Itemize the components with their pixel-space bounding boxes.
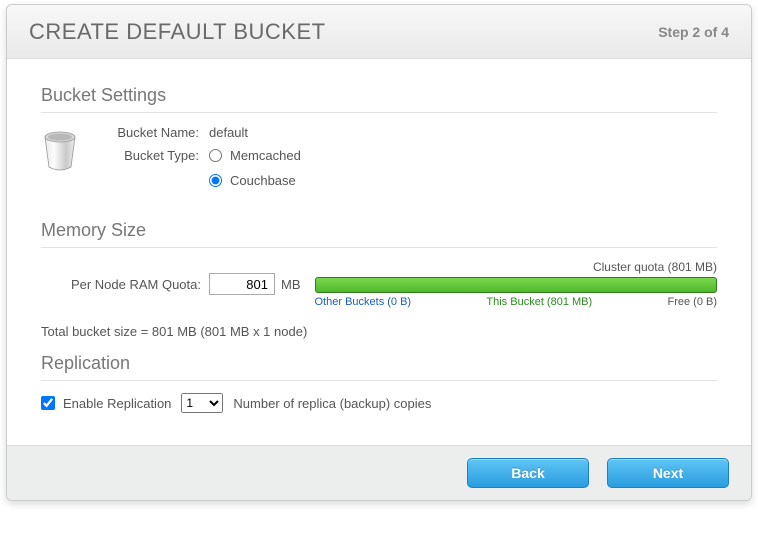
replication-row: Enable Replication 1 Number of replica (… bbox=[41, 393, 717, 413]
replica-count-select[interactable]: 1 bbox=[181, 393, 223, 413]
bucket-type-memcached-radio[interactable] bbox=[209, 149, 222, 162]
divider bbox=[41, 112, 717, 113]
step-indicator: Step 2 of 4 bbox=[658, 24, 729, 40]
enable-replication-label: Enable Replication bbox=[63, 396, 171, 411]
bucket-settings-title: Bucket Settings bbox=[41, 85, 717, 106]
memory-size-title: Memory Size bbox=[41, 220, 717, 241]
legend-other-buckets: Other Buckets (0 B) bbox=[315, 296, 412, 308]
enable-replication-checkbox[interactable] bbox=[41, 396, 55, 410]
dialog-title: CREATE DEFAULT BUCKET bbox=[29, 19, 326, 45]
replication-title: Replication bbox=[41, 353, 717, 374]
bucket-type-memcached-option[interactable]: Memcached bbox=[205, 148, 301, 163]
cluster-quota-label: Cluster quota (801 MB) bbox=[315, 260, 718, 274]
next-button[interactable]: Next bbox=[607, 458, 729, 488]
ram-unit-label: MB bbox=[281, 277, 301, 292]
quota-bar bbox=[315, 277, 718, 293]
quota-legend: Other Buckets (0 B) This Bucket (801 MB)… bbox=[315, 296, 718, 308]
per-node-ram-label: Per Node RAM Quota: bbox=[41, 277, 209, 292]
bucket-type-label: Bucket Type: bbox=[93, 148, 205, 163]
dialog-footer: Back Next bbox=[7, 445, 751, 500]
bucket-type-couchbase-radio[interactable] bbox=[209, 174, 222, 187]
bucket-name-value: default bbox=[205, 125, 248, 140]
bucket-name-label: Bucket Name: bbox=[93, 125, 205, 140]
legend-this-bucket: This Bucket (801 MB) bbox=[486, 296, 592, 308]
bucket-type-row: Bucket Type: Memcached Couchbase bbox=[93, 148, 717, 198]
create-bucket-dialog: CREATE DEFAULT BUCKET Step 2 of 4 Bucket… bbox=[6, 4, 752, 501]
total-bucket-size-label: Total bucket size = 801 MB (801 MB x 1 n… bbox=[41, 324, 717, 339]
divider bbox=[41, 247, 717, 248]
legend-free: Free (0 B) bbox=[667, 296, 717, 308]
replica-copies-label: Number of replica (backup) copies bbox=[233, 396, 431, 411]
back-button[interactable]: Back bbox=[467, 458, 589, 488]
bucket-settings-section: Bucket Name: default Bucket Type: Memcac… bbox=[41, 125, 717, 206]
bucket-type-couchbase-label: Couchbase bbox=[230, 173, 296, 188]
bucket-name-row: Bucket Name: default bbox=[93, 125, 717, 140]
memory-row: Per Node RAM Quota: MB Cluster quota (80… bbox=[41, 260, 717, 308]
bucket-type-memcached-label: Memcached bbox=[230, 148, 301, 163]
dialog-header: CREATE DEFAULT BUCKET Step 2 of 4 bbox=[7, 5, 751, 59]
bucket-icon bbox=[41, 129, 79, 171]
bucket-type-couchbase-option[interactable]: Couchbase bbox=[205, 173, 301, 188]
divider bbox=[41, 380, 717, 381]
quota-visual: Cluster quota (801 MB) Other Buckets (0 … bbox=[315, 260, 718, 308]
per-node-ram-input[interactable] bbox=[209, 273, 275, 295]
dialog-body: Bucket Settings bbox=[7, 59, 751, 445]
